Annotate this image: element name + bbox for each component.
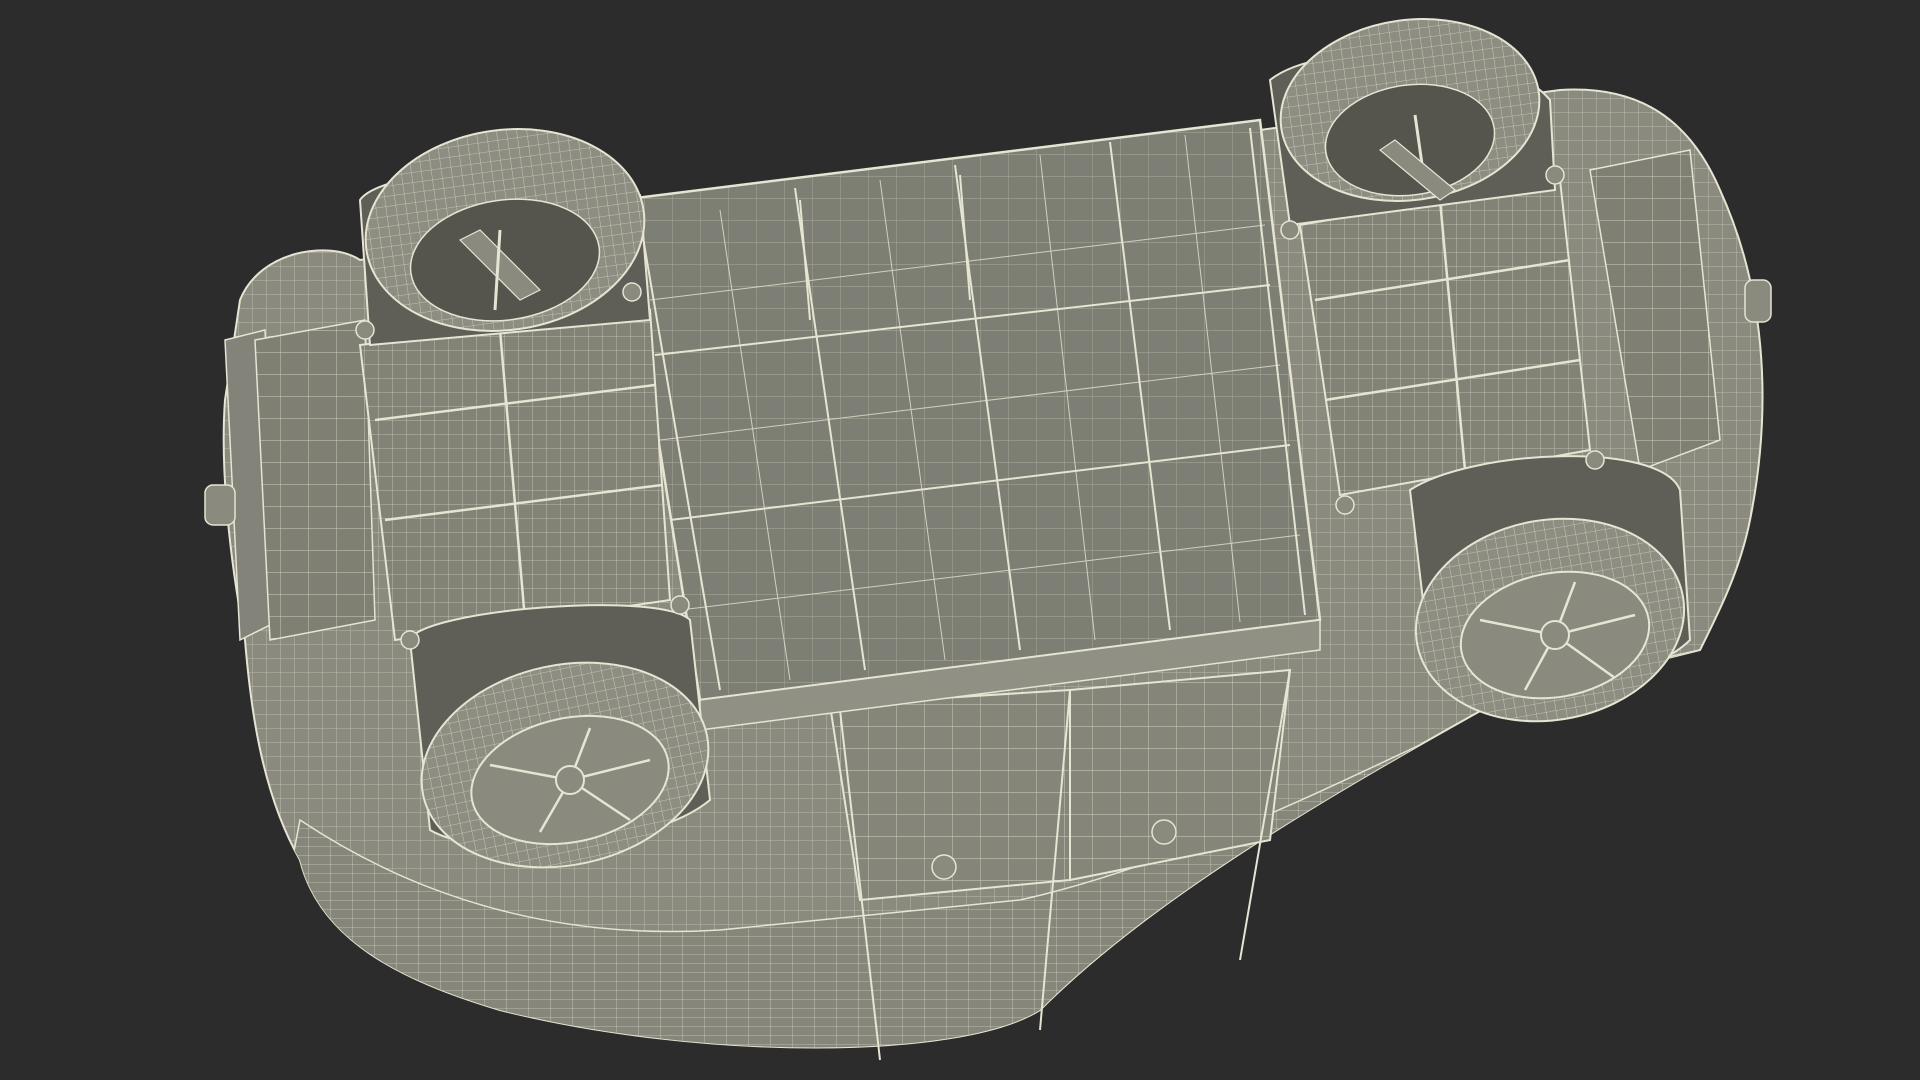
rear-subframe <box>358 308 672 642</box>
render-viewport <box>0 0 1920 1080</box>
front-subframe <box>1298 178 1592 497</box>
vehicle-underside-wireframe <box>204 18 1772 1061</box>
battery-pack <box>618 118 1322 731</box>
door-handle-right <box>1151 819 1177 845</box>
door-handle-left <box>931 854 957 880</box>
